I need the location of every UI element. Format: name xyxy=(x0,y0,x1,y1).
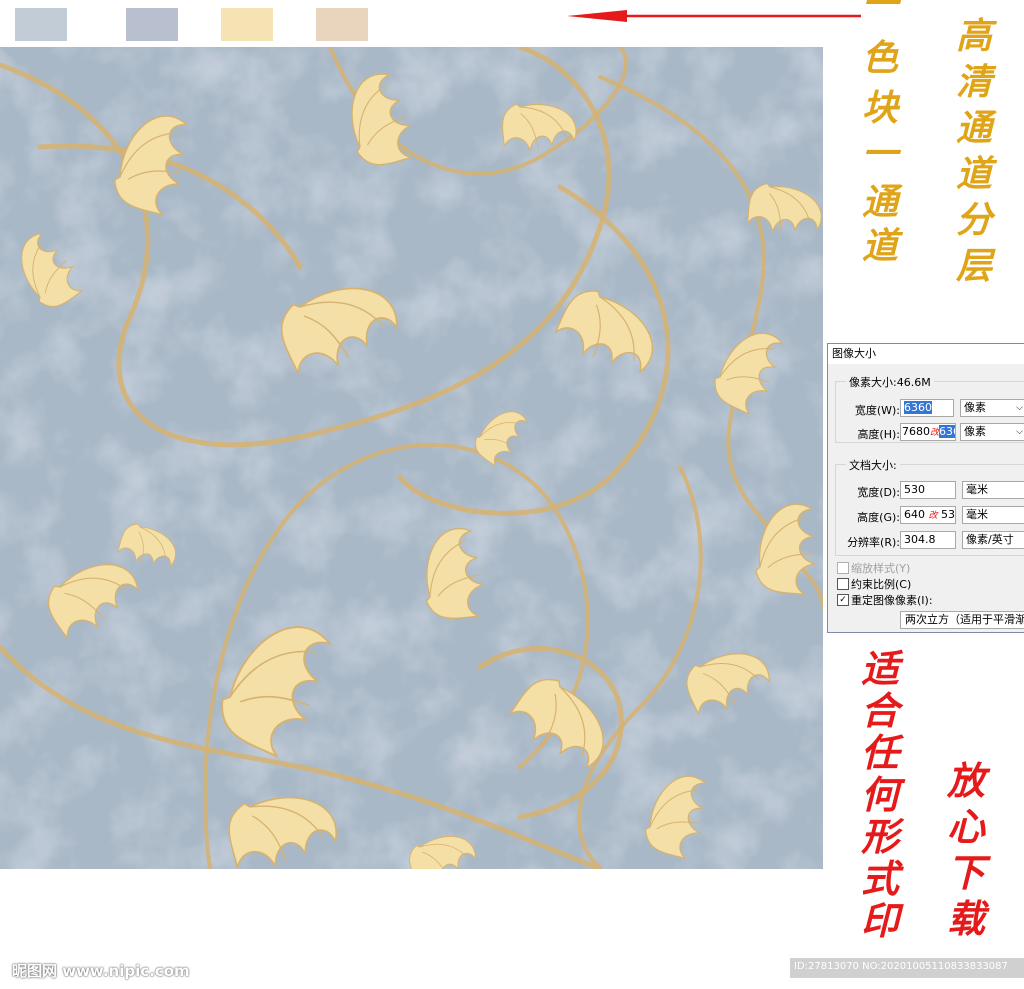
color-swatch-4 xyxy=(316,8,368,41)
resolution-unit-select[interactable]: 像素/英寸 xyxy=(962,531,1024,549)
resolution-input[interactable]: 304.8 xyxy=(900,531,956,549)
color-swatch-3 xyxy=(221,8,273,41)
resample-checkbox[interactable]: ✓ 重定图像像素(I): xyxy=(837,592,933,608)
color-swatch-1 xyxy=(15,8,67,41)
callout-any-print: 适 合 任 何 形 式 印 xyxy=(860,646,899,943)
width-label: 宽度(W): xyxy=(854,404,900,417)
height-label: 高度(H): xyxy=(857,428,900,441)
callout-safe-download: 放 心 下 载 xyxy=(946,758,985,941)
constrain-proportions-checkbox[interactable]: 约束比例(C) xyxy=(837,576,911,592)
height-unit-select[interactable]: 像素 ⌵ xyxy=(960,423,1024,441)
doc-height-unit-select[interactable]: 毫米 xyxy=(962,506,1024,524)
doc-width-input[interactable]: 530 xyxy=(900,481,956,499)
doc-height-label: 高度(G): xyxy=(857,511,900,524)
site-watermark: 昵图网 www.nipic.com xyxy=(12,962,190,980)
doc-width-unit-select[interactable]: 毫米 xyxy=(962,481,1024,499)
dialog-title: 图像大小 xyxy=(828,344,1024,364)
id-watermark-text: ID:27813070 NO:20201005110833833087 xyxy=(794,961,1008,972)
doc-width-label: 宽度(D): xyxy=(857,486,900,499)
pixel-dimensions-group: 像素大小:46.6M 宽度(W): 6360 像素 ⌵ 高度(H): 7680改6… xyxy=(835,374,1024,443)
scale-styles-checkbox[interactable]: 缩放样式(Y) xyxy=(837,560,910,576)
pattern-artwork xyxy=(0,47,823,869)
document-size-label: 文档大小: xyxy=(846,457,900,473)
width-input[interactable]: 6360 xyxy=(900,399,954,417)
pixel-dimensions-label: 像素大小:46.6M xyxy=(846,374,934,390)
doc-height-input[interactable]: 640 改 530 xyxy=(900,506,956,524)
image-size-dialog: 图像大小 像素大小:46.6M 宽度(W): 6360 像素 ⌵ 高度(H): 7… xyxy=(827,343,1024,633)
height-input[interactable]: 7680改6360 xyxy=(900,423,956,441)
resolution-label: 分辨率(R): xyxy=(847,536,900,549)
callout-one-channel: 一 色 块 一 通 道 xyxy=(861,0,898,267)
color-swatch-2 xyxy=(126,8,178,41)
id-watermark-bar: ID:27813070 NO:20201005110833833087 xyxy=(790,958,1024,978)
callout-hd-layers: 高 清 通 道 分 层 xyxy=(955,15,992,287)
document-size-group: 文档大小: 宽度(D): 530 毫米 高度(G): 640 改 530 毫米 … xyxy=(835,457,1024,556)
pointer-arrow-icon xyxy=(567,10,861,22)
width-unit-select[interactable]: 像素 ⌵ xyxy=(960,399,1024,417)
resample-method-select[interactable]: 两次立方（适用于平滑渐变 xyxy=(900,611,1024,629)
